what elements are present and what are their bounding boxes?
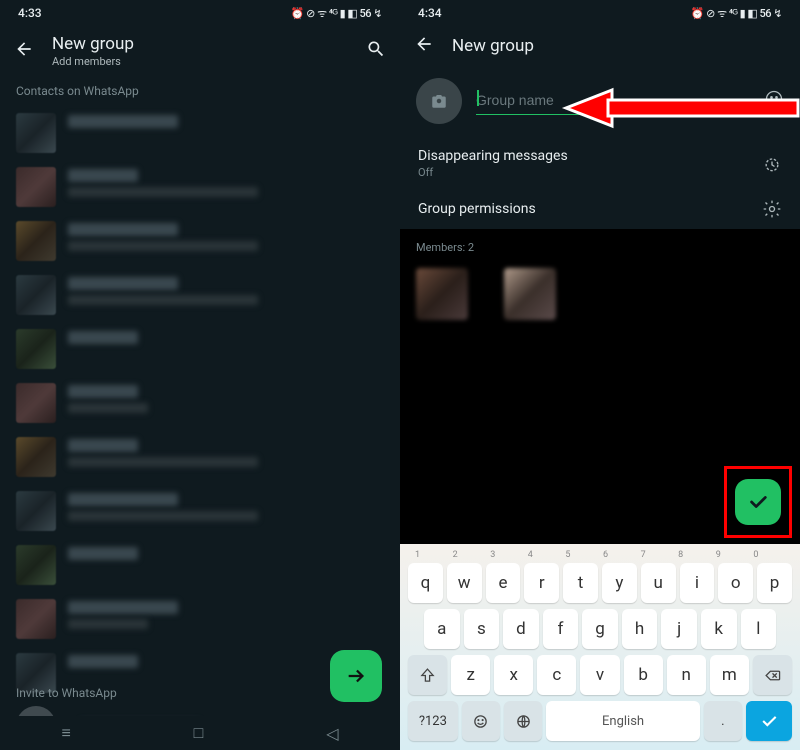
contact-row[interactable] [0, 538, 400, 592]
next-fab[interactable] [330, 650, 382, 702]
key-i[interactable]: i [680, 563, 715, 603]
key-enter[interactable] [746, 701, 792, 741]
status-icons: ⏰ ⊘ ᯤ ⁴ᴳ ▮ ◧ 56 ↯ [691, 6, 782, 21]
key-s[interactable]: s [464, 609, 500, 649]
back-arrow-icon[interactable] [414, 34, 434, 58]
phone-left-new-group-add-members: 4:33 ⏰ ⊘ ᯤ ⁴ᴳ ▮ ◧ 56 ↯ New group Add mem… [0, 0, 400, 750]
disappearing-label: Disappearing messages [418, 148, 568, 164]
key-o[interactable]: o [718, 563, 753, 603]
key-l[interactable]: l [741, 609, 777, 649]
search-icon[interactable] [366, 39, 386, 63]
status-bar: 4:34 ⏰ ⊘ ᯤ ⁴ᴳ ▮ ◧ 56 ↯ [400, 0, 800, 24]
nav-recent-icon[interactable]: ≡ [61, 723, 70, 743]
nav-back-icon[interactable]: ◁ [326, 724, 338, 743]
key-shift[interactable] [408, 655, 447, 695]
kb-number-hints: 1234567890 [404, 550, 796, 560]
invite-label: Invite to WhatsApp [16, 686, 117, 700]
back-arrow-icon[interactable] [14, 39, 34, 63]
contact-row[interactable] [0, 268, 400, 322]
kb-row-3: z x c v b n m [404, 652, 796, 698]
key-a[interactable]: a [424, 609, 460, 649]
contact-row[interactable] [0, 484, 400, 538]
key-f[interactable]: f [543, 609, 579, 649]
key-z[interactable]: z [451, 655, 490, 695]
members-panel: Members: 2 [400, 229, 800, 544]
key-emoji[interactable] [462, 701, 500, 741]
page-title: New group [52, 34, 134, 54]
page-subtitle: Add members [52, 55, 134, 68]
members-avatars [416, 268, 784, 320]
gear-icon [762, 199, 782, 219]
key-e[interactable]: e [486, 563, 521, 603]
phone-right-new-group-name: 4:34 ⏰ ⊘ ᯤ ⁴ᴳ ▮ ◧ 56 ↯ New group Disappe… [400, 0, 800, 750]
contact-row[interactable] [0, 376, 400, 430]
status-time: 4:34 [418, 6, 442, 20]
key-x[interactable]: x [494, 655, 533, 695]
header-titles: New group Add members [52, 34, 134, 68]
contact-row[interactable] [0, 322, 400, 376]
contact-row[interactable] [0, 430, 400, 484]
key-g[interactable]: g [582, 609, 618, 649]
key-n[interactable]: n [667, 655, 706, 695]
group-name-row [400, 70, 800, 138]
page-title: New group [452, 36, 534, 56]
member-avatar[interactable] [504, 268, 556, 320]
disappearing-messages-row[interactable]: Disappearing messages Off [400, 138, 800, 189]
key-t[interactable]: t [563, 563, 598, 603]
contact-row[interactable] [0, 106, 400, 160]
group-permissions-row[interactable]: Group permissions [400, 189, 800, 229]
emoji-icon[interactable] [764, 89, 784, 113]
key-v[interactable]: v [580, 655, 619, 695]
confirm-fab[interactable] [735, 479, 781, 525]
disappearing-value: Off [418, 166, 568, 179]
text-cursor [477, 90, 479, 106]
permissions-label: Group permissions [418, 201, 536, 217]
key-b[interactable]: b [624, 655, 663, 695]
status-icons: ⏰ ⊘ ᯤ ⁴ᴳ ▮ ◧ 56 ↯ [291, 6, 382, 21]
key-k[interactable]: k [701, 609, 737, 649]
key-symbols[interactable]: ?123 [408, 701, 458, 741]
kb-row-4: ?123 English . [404, 698, 796, 744]
key-m[interactable]: m [710, 655, 749, 695]
key-q[interactable]: q [408, 563, 443, 603]
members-count-label: Members: 2 [416, 241, 784, 254]
key-backspace[interactable] [753, 655, 792, 695]
timer-icon [762, 154, 782, 174]
nav-home-icon[interactable]: □ [194, 723, 204, 743]
contact-row[interactable] [0, 214, 400, 268]
key-period[interactable]: . [704, 701, 742, 741]
group-name-input[interactable] [476, 88, 750, 115]
header-titles: New group [452, 36, 534, 56]
contact-row[interactable] [0, 160, 400, 214]
soft-keyboard: 1234567890 q w e r t y u i o p a s d f g… [400, 544, 800, 750]
header: New group Add members [0, 24, 400, 80]
key-h[interactable]: h [622, 609, 658, 649]
key-space[interactable]: English [546, 701, 699, 741]
android-nav-bar: ≡ □ ◁ [0, 716, 400, 750]
group-name-input-wrap[interactable] [476, 88, 750, 115]
key-r[interactable]: r [524, 563, 559, 603]
key-j[interactable]: j [661, 609, 697, 649]
status-time: 4:33 [18, 6, 42, 20]
kb-row-2: a s d f g h j k l [404, 606, 796, 652]
status-bar: 4:33 ⏰ ⊘ ᯤ ⁴ᴳ ▮ ◧ 56 ↯ [0, 0, 400, 24]
contact-row[interactable] [0, 592, 400, 646]
key-c[interactable]: c [537, 655, 576, 695]
key-w[interactable]: w [447, 563, 482, 603]
key-d[interactable]: d [503, 609, 539, 649]
key-language[interactable] [504, 701, 542, 741]
highlight-annotation-box [724, 466, 792, 538]
kb-row-1: q w e r t y u i o p [404, 560, 796, 606]
key-y[interactable]: y [602, 563, 637, 603]
key-u[interactable]: u [641, 563, 676, 603]
group-photo-button[interactable] [416, 78, 462, 124]
header: New group [400, 24, 800, 70]
key-p[interactable]: p [757, 563, 792, 603]
contacts-section-label: Contacts on WhatsApp [0, 80, 400, 106]
member-avatar[interactable] [416, 268, 468, 320]
